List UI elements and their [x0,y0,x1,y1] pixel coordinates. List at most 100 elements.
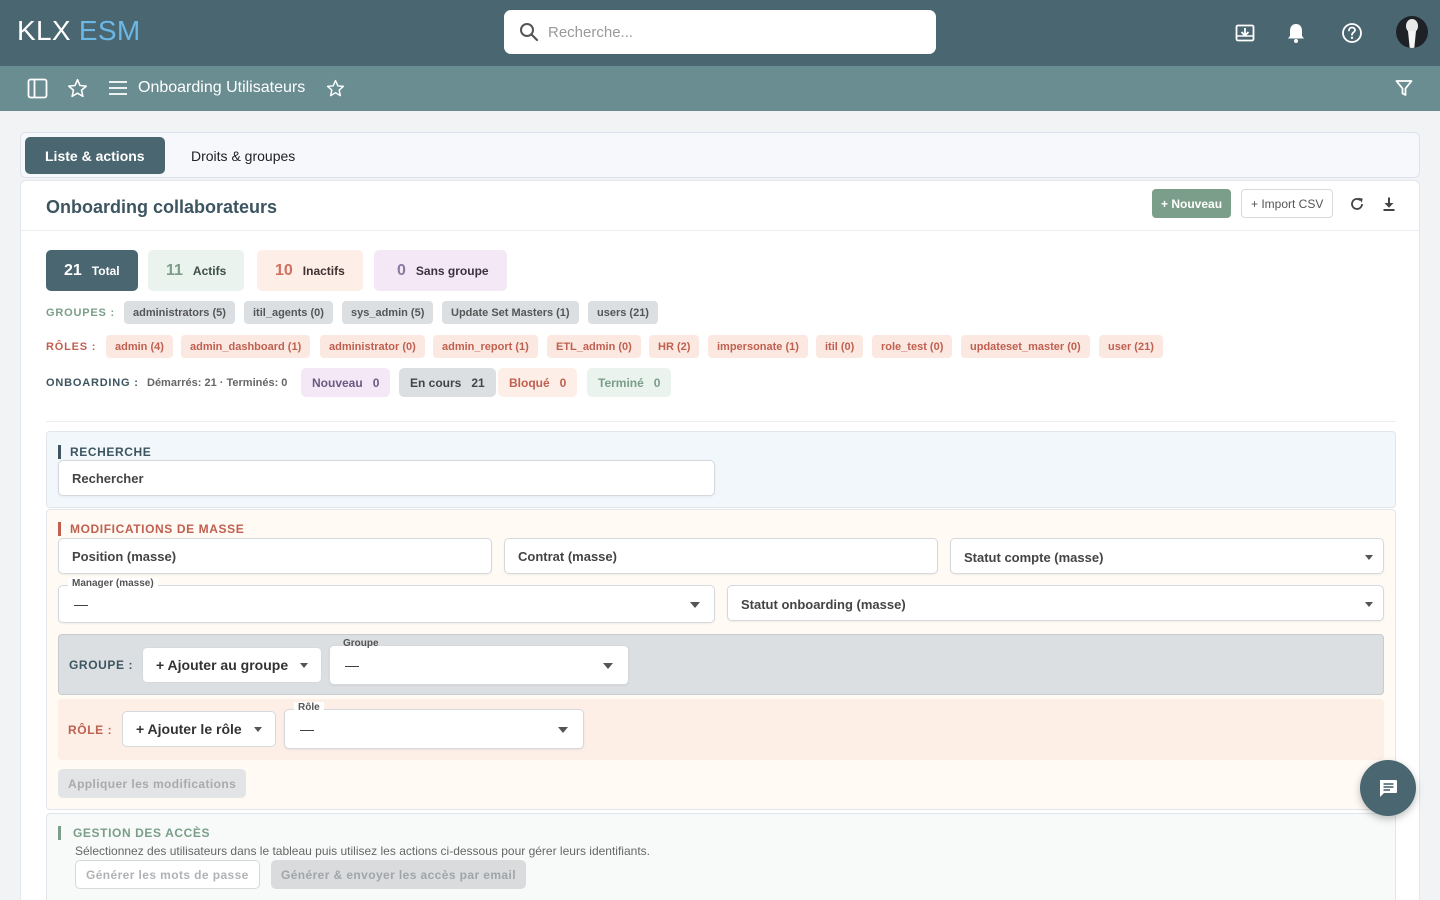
stat-actifs-label: Actifs [192,263,227,278]
logo-text-esm: ESM [78,15,141,46]
onboarding-status-en-cours[interactable]: En cours 21 [399,368,496,397]
contrat-mass-input[interactable] [505,539,937,573]
rechercher-input[interactable] [59,461,714,495]
chevron-down-icon [1365,555,1373,560]
top-header: KLX ESM [0,0,1440,66]
roles-label: RÔLES : [46,341,97,353]
add-to-group-label: + Ajouter au groupe [156,657,289,673]
stat-total-count: 21 [64,261,82,279]
chevron-down-icon [253,726,262,732]
sidebar-toggle-icon[interactable] [26,77,48,99]
download-icon[interactable] [1378,193,1400,215]
group-chip[interactable]: Update Set Masters (1) [442,301,579,324]
avatar-face [1406,19,1418,33]
stat-inactifs-label: Inactifs [302,263,345,278]
chevron-down-icon [558,727,568,733]
title-favorite-star-icon[interactable] [324,77,346,99]
add-to-group-button[interactable]: + Ajouter au groupe [142,647,323,683]
tab-droits-groupes[interactable]: Droits & groupes [171,137,315,174]
access-description: Sélectionnez des utilisateurs dans le ta… [75,844,650,858]
onboarding-status-termine[interactable]: Terminé 0 [587,368,672,397]
group-row-label: GROUPE : [69,658,134,672]
manager-mass-select[interactable]: Manager (masse) — [58,578,715,623]
add-role-button[interactable]: + Ajouter le rôle [122,711,276,747]
group-chip[interactable]: sys_admin (5) [342,301,434,324]
stat-sans-groupe[interactable]: 0 Sans groupe [374,250,507,291]
group-select[interactable]: Groupe — [329,638,629,685]
position-mass-input[interactable] [59,539,491,573]
favorite-star-icon[interactable] [66,77,88,99]
app-logo[interactable]: KLX ESM [17,15,141,47]
role-chip[interactable]: itil (0) [816,335,864,358]
onboarding-status-bloque[interactable]: Bloqué 0 [498,368,578,397]
panel-title: Onboarding collaborateurs [46,197,278,217]
group-chip[interactable]: itil_agents (0) [244,301,333,324]
stat-inactifs[interactable]: 10 Inactifs [257,250,363,291]
statut-onboarding-select[interactable]: Statut onboarding (masse) [727,585,1384,621]
status-count: 0 [559,375,567,390]
statut-onboarding-value: Statut onboarding (masse) [741,597,906,612]
page-title: Onboarding Utilisateurs [138,79,306,96]
stat-sans-groupe-count: 0 [397,261,406,279]
stat-actifs-count: 11 [166,261,183,279]
role-action-row: RÔLE : + Ajouter le rôle Rôle — [58,699,1384,760]
search-section: RECHERCHE [46,431,1396,508]
role-chip[interactable]: user (21) [1099,335,1163,358]
filter-icon[interactable] [1393,77,1415,99]
stat-sans-groupe-label: Sans groupe [415,263,489,278]
chevron-down-icon [603,663,613,669]
groups-label: GROUPES : [46,307,115,319]
role-chip[interactable]: ETL_admin (0) [547,335,641,358]
position-mass-field [58,538,492,574]
stat-actifs[interactable]: 11 Actifs [148,250,245,291]
onboarding-status-nouveau[interactable]: Nouveau 0 [301,368,391,397]
status-count: 0 [372,375,380,390]
role-select-label: Rôle [294,702,324,713]
stat-total[interactable]: 21 Total [46,250,138,291]
bell-icon[interactable] [1284,21,1308,45]
statut-compte-select[interactable]: Statut compte (masse) [950,538,1384,574]
help-icon[interactable] [1340,21,1364,45]
status-label: Terminé [598,375,644,390]
contrat-mass-field [504,538,938,574]
role-chip[interactable]: admin (4) [106,335,173,358]
status-count: 21 [471,375,485,390]
avatar-shirt [1408,31,1416,48]
group-chip[interactable]: administrators (5) [124,301,235,324]
access-section: GESTION DES ACCÈS Sélectionnez des utili… [46,813,1396,900]
chevron-down-icon [1365,602,1373,607]
status-label: En cours [410,375,462,390]
stat-total-label: Total [91,263,120,278]
user-avatar[interactable] [1396,16,1428,48]
new-button[interactable]: + Nouveau [1152,189,1232,218]
role-chip[interactable]: administrator (0) [320,335,425,358]
search-input[interactable] [548,10,928,54]
group-action-row: GROUPE : + Ajouter au groupe Groupe — [58,634,1384,695]
chevron-down-icon [690,602,700,608]
menu-icon[interactable] [107,77,129,99]
role-select-value: — [300,721,314,737]
mass-edit-section: MODIFICATIONS DE MASSE Statut compte (ma… [46,509,1396,810]
apply-changes-button[interactable]: Appliquer les modifications [58,769,247,798]
chat-button[interactable] [1360,760,1416,816]
role-chip[interactable]: impersonate (1) [708,335,808,358]
generate-passwords-button[interactable]: Générer les mots de passe [75,860,260,889]
generate-send-access-button[interactable]: Générer & envoyer les accès par email [271,860,526,889]
role-chip[interactable]: role_test (0) [872,335,953,358]
role-chip[interactable]: admin_report (1) [433,335,538,358]
role-chip[interactable]: admin_dashboard (1) [181,335,311,358]
download-tray-icon[interactable] [1233,21,1257,45]
main-panel: Onboarding collaborateurs + Nouveau + Im… [20,180,1420,900]
tab-liste-actions[interactable]: Liste & actions [25,137,165,174]
search-icon [520,23,539,42]
refresh-icon[interactable] [1346,193,1368,215]
role-select[interactable]: Rôle — [284,702,584,749]
onboarding-meta: Démarrés: 21 · Terminés: 0 [147,377,288,389]
role-chip[interactable]: updateset_master (0) [961,335,1090,358]
chat-icon [1380,780,1397,797]
tab-bar: Liste & actions Droits & groupes [20,132,1420,178]
import-csv-button[interactable]: + Import CSV [1241,189,1334,218]
manager-mass-label: Manager (masse) [68,578,158,589]
group-chip[interactable]: users (21) [588,301,658,324]
role-chip[interactable]: HR (2) [649,335,700,358]
